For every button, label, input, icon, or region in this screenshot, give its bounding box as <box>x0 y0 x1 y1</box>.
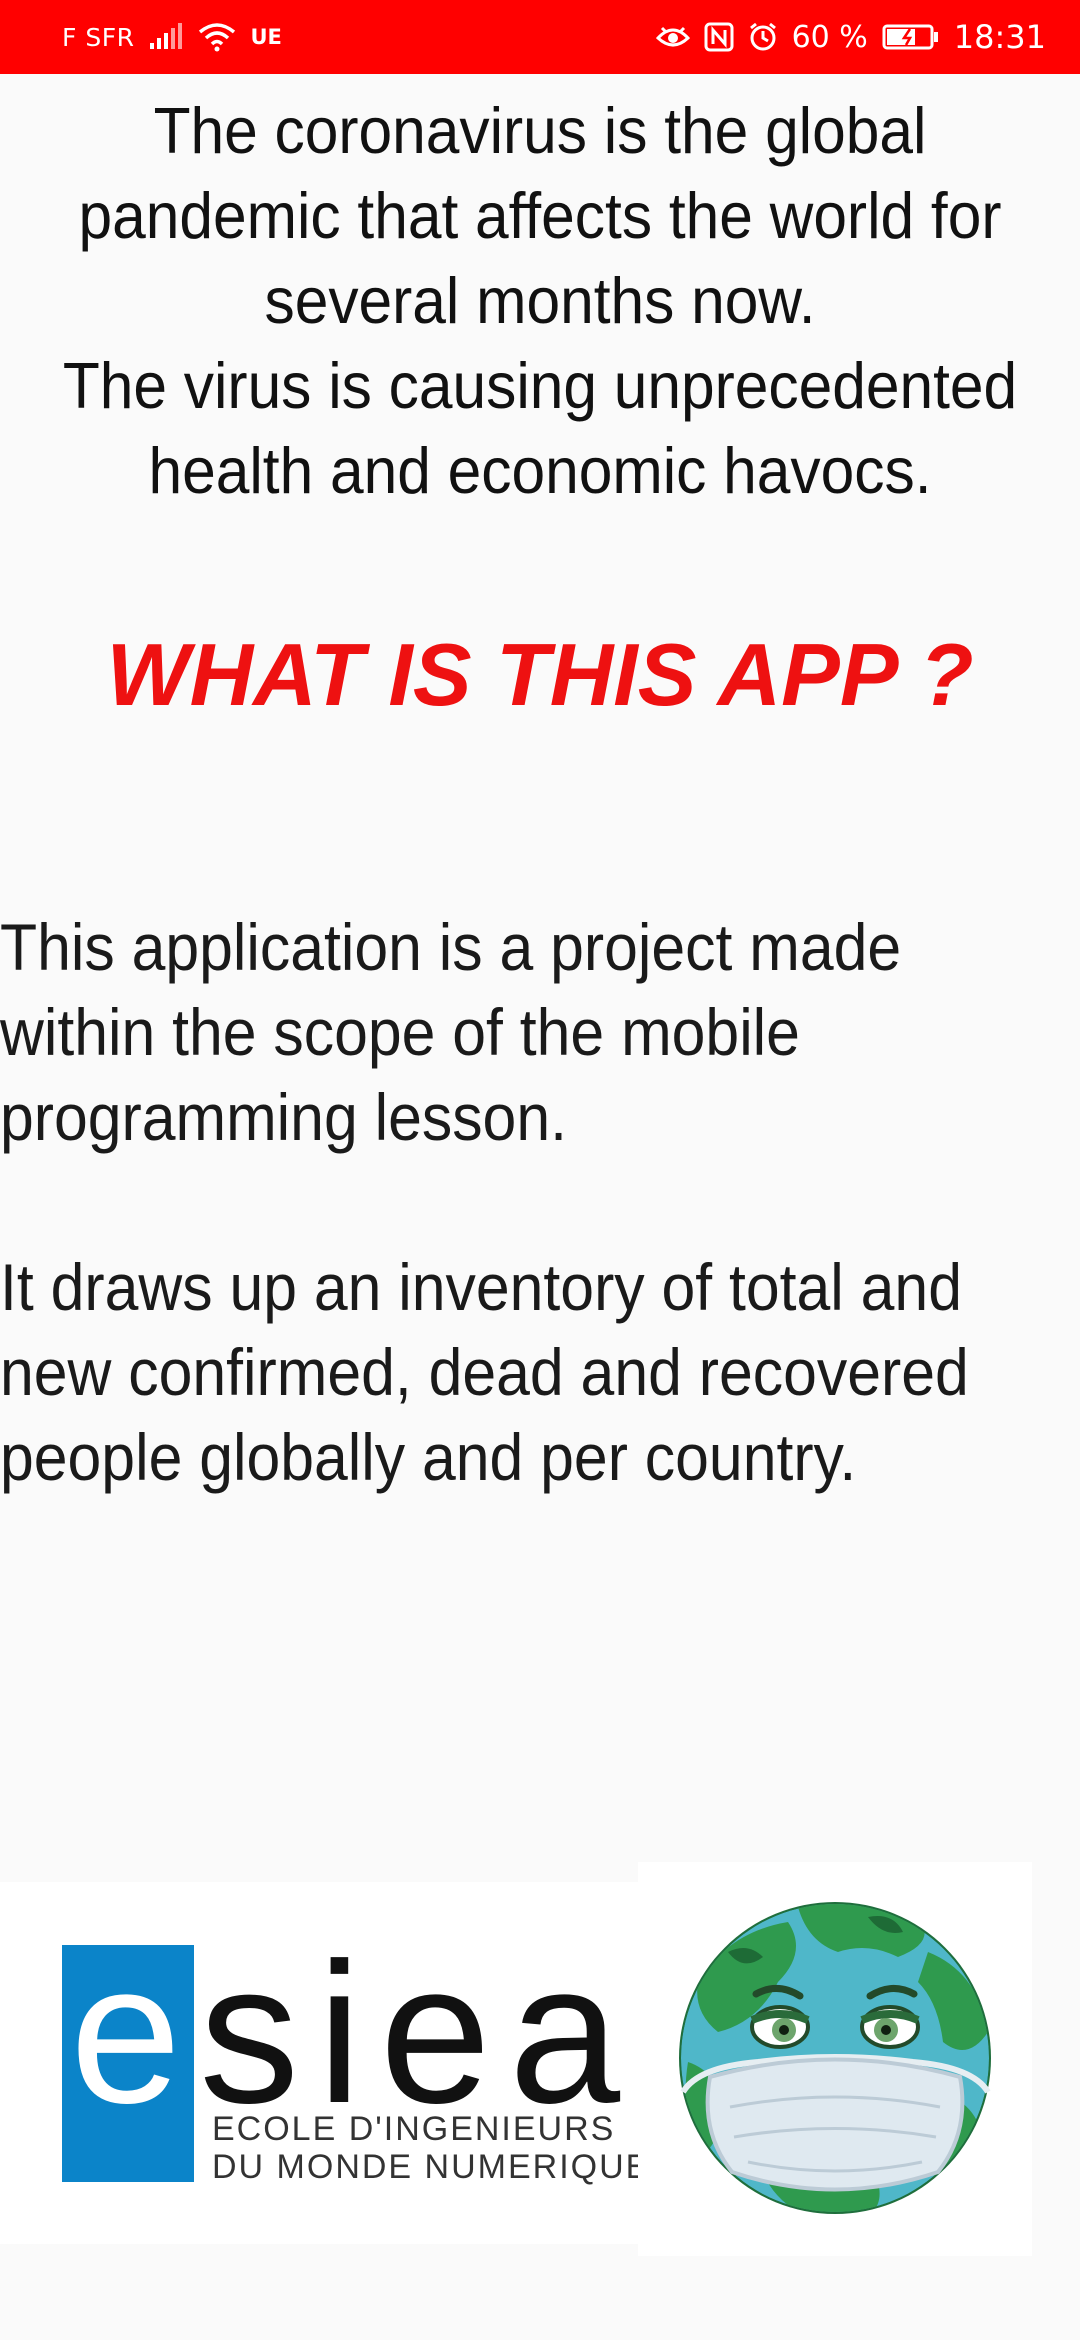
signal-icon <box>148 23 184 51</box>
nfc-icon <box>704 22 734 52</box>
description-paragraph-2: It draws up an inventory of total and ne… <box>0 1245 994 1500</box>
what-is-this-app-heading: WHAT IS THIS APP ? <box>106 625 974 724</box>
battery-icon <box>882 23 940 51</box>
description-line: programming lesson. <box>0 1080 567 1154</box>
status-bar-left: F SFR UE <box>62 22 282 52</box>
battery-percent: 60 % <box>791 19 868 55</box>
esiea-wordmark: esiea <box>70 1922 639 2145</box>
masked-earth-image <box>638 1862 1032 2256</box>
wifi-icon <box>198 22 236 52</box>
alarm-icon <box>748 22 778 52</box>
intro-line: pandemic that affects the world for <box>78 179 1002 252</box>
status-bar-right: 60 % 18:31 <box>655 18 1046 56</box>
description-line: new confirmed, dead and recovered <box>0 1335 969 1409</box>
network-type-label: UE <box>250 25 282 49</box>
esiea-logo: esiea ECOLE D'INGENIEURS DU MONDE NUMERI… <box>0 1882 648 2244</box>
carrier-label: F SFR <box>62 22 135 52</box>
status-bar: F SFR UE 60 % 18:31 <box>0 0 1080 74</box>
esiea-subtitle-line-1: ECOLE D'INGENIEURS <box>212 2110 616 2148</box>
description-line: This application is a project made <box>0 910 902 984</box>
eye-icon <box>655 24 690 50</box>
intro-text: The coronavirus is the global pandemic t… <box>38 88 1042 513</box>
description-line: people globally and per country. <box>0 1420 857 1494</box>
intro-line: health and economic havocs. <box>148 434 932 507</box>
intro-line: several months now. <box>264 264 816 337</box>
intro-line: The coronavirus is the global <box>153 94 927 167</box>
description-line: It draws up an inventory of total and <box>0 1250 962 1324</box>
clock: 18:31 <box>953 18 1046 56</box>
esiea-subtitle-line-2: DU MONDE NUMERIQUE <box>212 2148 651 2186</box>
description-paragraph-1: This application is a project made withi… <box>0 905 994 1160</box>
masked-earth-icon <box>679 1902 991 2214</box>
description-line: within the scope of the mobile <box>0 995 800 1069</box>
intro-line: The virus is causing unprecedented <box>62 349 1018 422</box>
